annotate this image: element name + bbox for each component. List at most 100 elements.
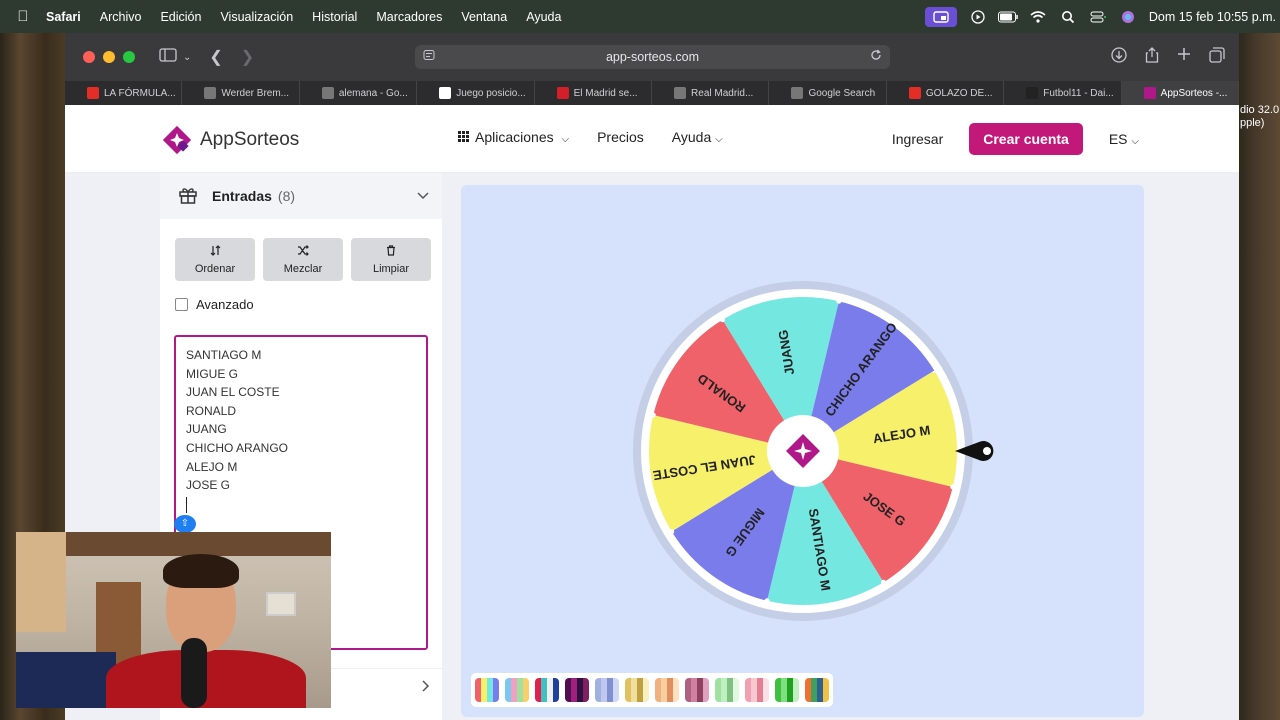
chevron-down-icon[interactable]: ⌄: [183, 52, 191, 63]
wheel-peg: [720, 317, 726, 323]
download-icon[interactable]: [1111, 47, 1127, 67]
entries-count: (8): [277, 188, 296, 204]
wheel-peg: [880, 579, 886, 585]
reload-icon[interactable]: [870, 49, 882, 64]
address-bar[interactable]: app-sorteos.com: [415, 45, 890, 69]
browser-tab[interactable]: LA FÓRMULA...: [65, 81, 183, 105]
tab-label: GOLAZO DE...: [925, 87, 993, 99]
apple-icon[interactable]: : [0, 8, 46, 25]
site-logo[interactable]: AppSorteos: [160, 123, 299, 157]
entry-line: RONALD: [186, 403, 237, 418]
menu-ventana[interactable]: Ventana: [461, 10, 507, 24]
chevron-down-icon[interactable]: [416, 187, 430, 203]
sidebar-toggle-icon[interactable]: [159, 47, 177, 67]
menu-archivo[interactable]: Archivo: [100, 10, 142, 24]
search-icon[interactable]: [1059, 10, 1077, 24]
page-menu-icon[interactable]: [423, 49, 435, 64]
browser-tab[interactable]: Werder Brem...: [182, 81, 300, 105]
language-selector[interactable]: ES ⌵: [1109, 131, 1139, 147]
close-window-icon[interactable]: [83, 51, 95, 63]
palette-swatch[interactable]: [535, 678, 559, 702]
nav-ayuda[interactable]: Ayuda ⌵: [672, 129, 723, 145]
share-icon[interactable]: [1145, 47, 1159, 67]
palette-swatch[interactable]: [625, 678, 649, 702]
palette-swatch[interactable]: [715, 678, 739, 702]
entry-line: JOSE G: [186, 478, 231, 493]
menu-historial[interactable]: Historial: [312, 10, 357, 24]
screen-share-icon[interactable]: [924, 6, 957, 27]
google-icon: [321, 87, 334, 99]
chevron-right-icon[interactable]: [420, 679, 430, 698]
entry-line: JUAN EL COSTE: [186, 385, 280, 400]
palette-swatch[interactable]: [805, 678, 829, 702]
zoom-window-icon[interactable]: [123, 51, 135, 63]
grid-icon: [458, 129, 469, 145]
wheel-card: ALEJO M JOSE G SANTIAGO M MIGUE G JUAN EL CO…: [461, 185, 1144, 717]
color-palette-bar: [471, 673, 833, 707]
url-text: app-sorteos.com: [605, 50, 700, 64]
nav-precios[interactable]: Precios: [597, 129, 644, 145]
menu-clock[interactable]: Dom 15 feb 10:55 p.m.: [1149, 10, 1276, 24]
browser-tab[interactable]: Futbol11 - Dai...: [1004, 81, 1122, 105]
siri-icon[interactable]: [1119, 10, 1137, 24]
appsorteos-icon: [1143, 87, 1156, 99]
wheel-peg: [669, 528, 675, 534]
palette-swatch[interactable]: [745, 678, 769, 702]
menu-ayuda[interactable]: Ayuda: [526, 10, 561, 24]
menu-marcadores[interactable]: Marcadores: [376, 10, 442, 24]
entries-header[interactable]: Entradas (8): [160, 173, 442, 219]
tab-label: Google Search: [808, 87, 876, 99]
palette-swatch[interactable]: [505, 678, 529, 702]
palette-swatch[interactable]: [775, 678, 799, 702]
forward-icon[interactable]: ❯: [241, 47, 254, 67]
entries-title: Entradas: [212, 188, 272, 204]
browser-tab[interactable]: AppSorteos -...: [1121, 81, 1239, 105]
shuffle-button[interactable]: Mezclar: [263, 238, 343, 281]
play-icon[interactable]: [969, 9, 987, 24]
sort-button[interactable]: Ordenar: [175, 238, 255, 281]
palette-swatch[interactable]: [475, 678, 499, 702]
new-tab-icon[interactable]: [1177, 47, 1191, 67]
advanced-checkbox[interactable]: [175, 298, 188, 311]
youtube-icon: [908, 87, 921, 99]
palette-swatch[interactable]: [595, 678, 619, 702]
main-nav: Aplicaciones ⌵ Precios Ayuda ⌵: [458, 129, 723, 145]
site-header: AppSorteos Aplicaciones ⌵ Precios Ayuda …: [65, 105, 1239, 173]
browser-tab[interactable]: Real Madrid...: [652, 81, 770, 105]
spin-wheel[interactable]: ALEJO MJOSE GSANTIAGO MMIGUE GJUAN EL CO…: [629, 277, 1009, 637]
chevron-down-icon: ⌵: [1131, 136, 1139, 147]
clear-button[interactable]: Limpiar: [351, 238, 431, 281]
back-icon[interactable]: ❮: [209, 47, 222, 67]
tab-overview-icon[interactable]: [1209, 47, 1225, 67]
browser-tab[interactable]: El Madrid se...: [535, 81, 653, 105]
nav-aplicaciones[interactable]: Aplicaciones ⌵: [458, 129, 569, 145]
control-center-icon[interactable]: [1089, 10, 1107, 24]
wifi-icon[interactable]: [1029, 10, 1047, 24]
browser-tab[interactable]: alemana - Go...: [300, 81, 418, 105]
tab-icon: [674, 87, 687, 99]
palette-swatch[interactable]: [685, 678, 709, 702]
advanced-option[interactable]: Avanzado: [175, 297, 442, 312]
menu-edicion[interactable]: Edición: [160, 10, 201, 24]
menu-visualizacion[interactable]: Visualización: [220, 10, 293, 24]
chevron-down-icon: ⌵: [715, 134, 723, 145]
minimize-window-icon[interactable]: [103, 51, 115, 63]
scroll-up-icon[interactable]: ⇧: [174, 515, 196, 533]
palette-swatch[interactable]: [655, 678, 679, 702]
wheel-peg: [764, 598, 770, 604]
webcam-overlay: [16, 532, 331, 708]
login-link[interactable]: Ingresar: [892, 131, 943, 147]
tab-bar: LA FÓRMULA... Werder Brem... alemana - Go.…: [65, 81, 1239, 105]
tab-label: Juego posicio...: [456, 87, 526, 99]
browser-tab[interactable]: GOLAZO DE...: [887, 81, 1005, 105]
battery-icon[interactable]: [997, 10, 1018, 24]
tab-label: LA FÓRMULA...: [104, 87, 176, 99]
entry-line: SANTIAGO M: [186, 348, 262, 362]
palette-swatch[interactable]: [565, 678, 589, 702]
browser-tab[interactable]: Google Search: [769, 81, 887, 105]
browser-tab[interactable]: Juego posicio...: [417, 81, 535, 105]
menu-app[interactable]: Safari: [46, 10, 81, 24]
create-account-button[interactable]: Crear cuenta: [969, 123, 1083, 155]
text-caret: [186, 496, 187, 513]
header-actions: Ingresar Crear cuenta ES ⌵: [892, 123, 1139, 155]
